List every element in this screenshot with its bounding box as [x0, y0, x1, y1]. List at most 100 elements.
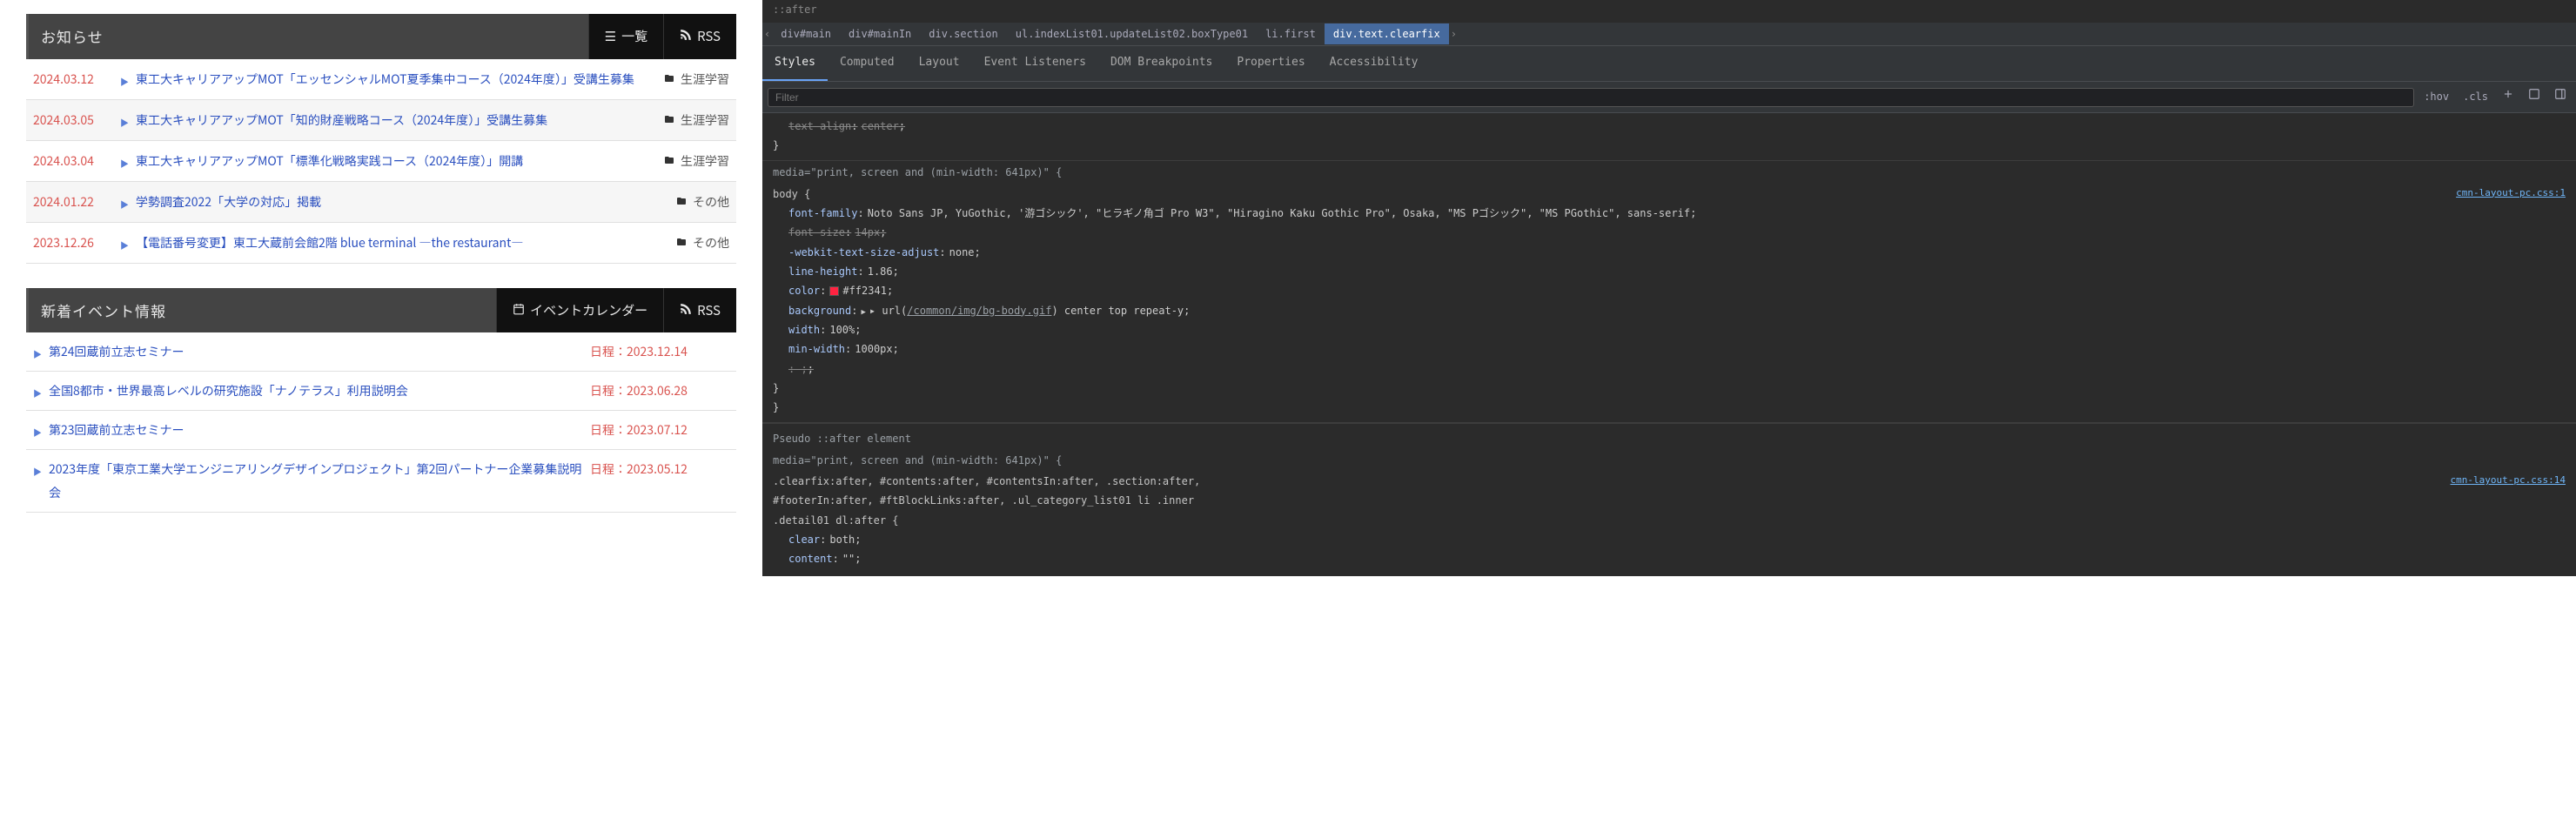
news-title: お知らせ [26, 14, 588, 59]
devtools-tab[interactable]: Accessibility [1318, 46, 1431, 81]
folder-icon [675, 191, 688, 213]
news-link[interactable]: ▶東工大キャリアアップMOT「エッセンシャルMOT夏季集中コース（2024年度）… [120, 68, 651, 91]
event-title-text: 第23回蔵前立志セミナー [49, 419, 184, 441]
news-item: 2024.03.12▶東工大キャリアアップMOT「エッセンシャルMOT夏季集中コ… [26, 59, 736, 100]
bg-url-link[interactable]: /common/img/bg-body.gif [907, 305, 1051, 317]
news-category[interactable]: その他 [651, 232, 729, 254]
expand-icon[interactable]: ▶ [861, 308, 865, 317]
category-label: 生涯学習 [681, 68, 729, 91]
devtools-tab[interactable]: DOM Breakpoints [1098, 46, 1224, 81]
news-category[interactable]: 生涯学習 [651, 68, 729, 91]
event-link[interactable]: ▶2023年度「東京工業大学エンジニアリングデザインプロジェクト」第2回パートナ… [33, 458, 590, 503]
event-date: 日程：2023.12.14 [590, 340, 729, 363]
source-link[interactable]: cmn-layout-pc.css:1 [2456, 185, 2566, 204]
news-rss-button[interactable]: RSS [663, 14, 736, 59]
event-item: ▶2023年度「東京工業大学エンジニアリングデザインプロジェクト」第2回パートナ… [26, 450, 736, 512]
news-item: 2024.03.05▶東工大キャリアアップMOT「知的財産戦略コース（2024年… [26, 100, 736, 141]
css-property[interactable]: font-size14px [773, 223, 2566, 242]
list-btn-label: 一覧 [621, 24, 647, 49]
news-item: 2024.01.22▶学勢調査2022「大学の対応」掲載その他 [26, 182, 736, 223]
source-link[interactable]: cmn-layout-pc.css:14 [2451, 472, 2566, 530]
panel-toggle-icon[interactable] [2550, 85, 2571, 108]
breadcrumb-item[interactable]: div#main [772, 23, 840, 44]
devtools-tab[interactable]: Styles [762, 46, 828, 81]
filter-input[interactable] [768, 88, 2414, 107]
css-selector[interactable]: body { [773, 185, 810, 204]
event-date: 日程：2023.06.28 [590, 379, 729, 402]
css-property[interactable]: width100% [773, 320, 2566, 339]
news-title-text: 東工大キャリアアップMOT「知的財産戦略コース（2024年度）」受講生募集 [136, 109, 547, 131]
event-date: 日程：2023.07.12 [590, 419, 729, 441]
cls-toggle[interactable]: .cls [2459, 85, 2492, 108]
triangle-icon: ▶ [33, 425, 42, 441]
news-list-button[interactable]: ☰ 一覧 [588, 14, 663, 59]
devtools-tab[interactable]: Computed [828, 46, 907, 81]
news-link[interactable]: ▶東工大キャリアアップMOT「標準化戦略実践コース（2024年度）」開講 [120, 150, 651, 172]
triangle-icon: ▶ [120, 238, 129, 254]
breadcrumb-item[interactable]: ul.indexList01.updateList02.boxType01 [1007, 23, 1257, 44]
css-property[interactable]: line-height1.86 [773, 262, 2566, 281]
computed-sidebar-toggle-icon[interactable] [2524, 85, 2545, 108]
event-calendar-button[interactable]: イベントカレンダー [496, 288, 663, 333]
news-date: 2024.01.22 [33, 191, 120, 213]
event-title: 新着イベント情報 [26, 288, 496, 333]
devtools-tab[interactable]: Event Listeners [972, 46, 1098, 81]
news-title-text: 【電話番号変更】東工大蔵前会館2階 blue terminal ―the res… [136, 232, 523, 254]
event-link[interactable]: ▶全国8都市・世界最高レベルの研究施設「ナノテラス」利用説明会 [33, 379, 590, 402]
news-link[interactable]: ▶学勢調査2022「大学の対応」掲載 [120, 191, 651, 213]
css-property[interactable]: -webkit-text-size-adjustnone [773, 243, 2566, 262]
category-label: 生涯学習 [681, 109, 729, 131]
breadcrumb-next-icon[interactable]: › [1449, 24, 1459, 44]
devtools-panel: ::after ‹ div#maindiv#mainIndiv.sectionu… [762, 0, 2576, 576]
event-list: ▶第24回蔵前立志セミナー日程：2023.12.14▶全国8都市・世界最高レベル… [26, 332, 736, 512]
news-category[interactable]: その他 [651, 191, 729, 213]
breadcrumb-item[interactable]: div#mainIn [840, 23, 920, 44]
triangle-icon: ▶ [120, 74, 129, 91]
event-item: ▶全国8都市・世界最高レベルの研究施設「ナノテラス」利用説明会日程：2023.0… [26, 372, 736, 411]
breadcrumb-item[interactable]: div.text.clearfix [1325, 23, 1449, 44]
style-rule-block: body { cmn-layout-pc.css:1 font-familyNo… [762, 183, 2576, 424]
event-section: 新着イベント情報 イベントカレンダー RSS ▶第24回蔵前立志セミナー日程：2… [26, 288, 736, 513]
event-link[interactable]: ▶第24回蔵前立志セミナー [33, 340, 590, 363]
event-link[interactable]: ▶ 第23回蔵前立志セミナー [33, 419, 590, 441]
hov-toggle[interactable]: :hov [2419, 85, 2453, 108]
news-header: お知らせ ☰ 一覧 RSS [26, 14, 736, 59]
event-rss-button[interactable]: RSS [663, 288, 736, 333]
news-section: お知らせ ☰ 一覧 RSS 2024.03.12▶東工大キャリアアップMOT「エ… [26, 14, 736, 264]
color-swatch[interactable] [829, 286, 839, 296]
media-query: media="print, screen and (min-width: 641… [762, 161, 2576, 182]
css-property[interactable]: background▶▸ url(/common/img/bg-body.gif… [773, 301, 2566, 320]
breadcrumb-item[interactable]: div.section [920, 23, 1006, 44]
website-content: お知らせ ☰ 一覧 RSS 2024.03.12▶東工大キャリアアップMOT「エ… [0, 0, 762, 576]
css-property[interactable]: color#ff2341 [773, 281, 2566, 300]
event-title-text: 第24回蔵前立志セミナー [49, 340, 184, 363]
css-property[interactable]: font-familyNoto Sans JP, YuGothic, '游ゴシッ… [773, 204, 2566, 223]
breadcrumb-item[interactable]: li.first [1257, 23, 1325, 44]
css-property[interactable]: clearboth [773, 530, 2566, 549]
news-category[interactable]: 生涯学習 [651, 109, 729, 131]
event-title-text: 2023年度「東京工業大学エンジニアリングデザインプロジェクト」第2回パートナー… [49, 458, 590, 503]
event-rss-label: RSS [697, 299, 721, 323]
css-property[interactable]: content"" [773, 549, 2566, 568]
calendar-btn-label: イベントカレンダー [530, 299, 647, 323]
breadcrumb-prev-icon[interactable]: ‹ [762, 24, 772, 44]
news-link[interactable]: ▶東工大キャリアアップMOT「知的財産戦略コース（2024年度）」受講生募集 [120, 109, 651, 131]
news-category[interactable]: 生涯学習 [651, 150, 729, 172]
new-rule-button[interactable] [2498, 85, 2519, 108]
event-item: ▶ 第23回蔵前立志セミナー 日程：2023.07.12 [26, 411, 736, 450]
devtools-tab[interactable]: Properties [1224, 46, 1317, 81]
css-property[interactable]: text-aligncenter [773, 117, 2566, 136]
news-link[interactable]: ▶ 【電話番号変更】東工大蔵前会館2階 blue terminal ―the re… [120, 232, 651, 254]
pseudo-section-label: Pseudo ::after element [762, 423, 2576, 448]
news-item: 2023.12.26▶【電話番号変更】東工大蔵前会館2階 blue termin… [26, 223, 736, 264]
folder-icon [675, 232, 688, 254]
css-property[interactable]: min-width1000px [773, 339, 2566, 359]
event-header: 新着イベント情報 イベントカレンダー RSS [26, 288, 736, 333]
rss-icon [680, 24, 692, 49]
css-property[interactable]: : ; [773, 359, 2566, 379]
css-selector[interactable]: .clearfix:after, #contents:after, #conte… [773, 472, 1208, 530]
close-brace: } [773, 136, 2566, 155]
news-date: 2024.03.04 [33, 150, 120, 172]
devtools-tab[interactable]: Layout [907, 46, 972, 81]
styles-content: text-aligncenter } media="print, screen … [762, 113, 2576, 576]
